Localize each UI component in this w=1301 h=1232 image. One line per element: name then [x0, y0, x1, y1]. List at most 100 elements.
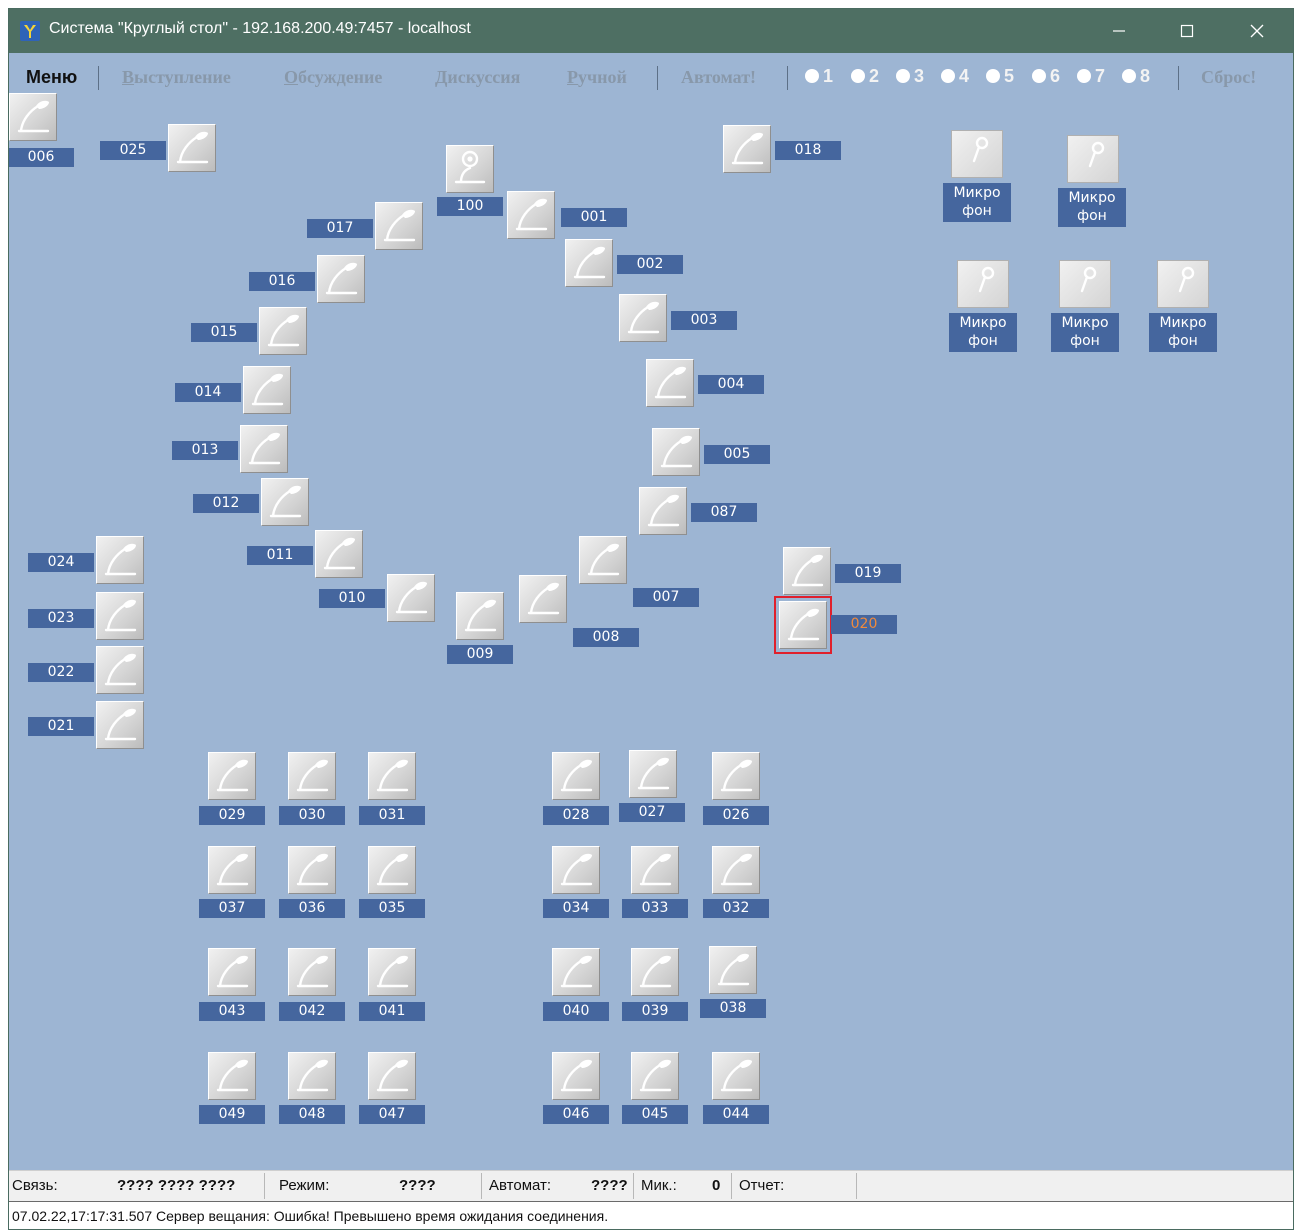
- seat-019-button[interactable]: [783, 547, 831, 595]
- seat-009-label: 009: [447, 645, 513, 664]
- seat-100-button[interactable]: [446, 145, 494, 193]
- seat-036-label: 036: [279, 899, 345, 918]
- preset-radio-3[interactable]: 3: [896, 66, 924, 86]
- seat-022-button[interactable]: [96, 646, 144, 694]
- seat-002-button[interactable]: [565, 239, 613, 287]
- seat-087-button[interactable]: [639, 487, 687, 535]
- seat-047-button[interactable]: [368, 1052, 416, 1100]
- seat-011-button[interactable]: [315, 530, 363, 578]
- seat-031-button[interactable]: [368, 752, 416, 800]
- preset-radio-5[interactable]: 5: [986, 66, 1014, 86]
- seat-015-button[interactable]: [259, 307, 307, 355]
- seat-036-button[interactable]: [288, 846, 336, 894]
- seat-018-button[interactable]: [723, 125, 771, 173]
- minimize-button[interactable]: [1089, 9, 1149, 53]
- reset-button[interactable]: Сброс!: [1201, 67, 1256, 88]
- seat-026-button[interactable]: [712, 752, 760, 800]
- menu-button[interactable]: Меню: [26, 67, 77, 88]
- seat-044-button[interactable]: [712, 1052, 760, 1100]
- seat-023-button[interactable]: [96, 592, 144, 640]
- seat-009-button[interactable]: [456, 592, 504, 640]
- seat-038-button[interactable]: [709, 946, 757, 994]
- auto-mode-button[interactable]: Автомат!: [681, 67, 756, 88]
- preset-radio-6[interactable]: 6: [1032, 66, 1060, 86]
- seat-024-button[interactable]: [96, 536, 144, 584]
- preset-radio-1[interactable]: 1: [805, 66, 833, 86]
- seat-037-label: 037: [199, 899, 265, 918]
- seat-037-button[interactable]: [208, 846, 256, 894]
- seat-005-button[interactable]: [652, 428, 700, 476]
- title-bar[interactable]: Система "Круглый стол" - 192.168.200.49:…: [9, 9, 1293, 53]
- seat-043-button[interactable]: [208, 948, 256, 996]
- seat-014-button[interactable]: [243, 366, 291, 414]
- seat-028-button[interactable]: [552, 752, 600, 800]
- seat-014-label: 014: [175, 383, 241, 402]
- seat-039-label: 039: [622, 1002, 688, 1021]
- seat-046-button[interactable]: [552, 1052, 600, 1100]
- speech-mode-button[interactable]: Выступление: [122, 67, 231, 88]
- seat-013-button[interactable]: [240, 425, 288, 473]
- seat-001-button[interactable]: [507, 191, 555, 239]
- seat-030-button[interactable]: [288, 752, 336, 800]
- close-button[interactable]: [1227, 9, 1287, 53]
- seat-010-button[interactable]: [387, 574, 435, 622]
- seat-027-button[interactable]: [629, 750, 677, 798]
- preset-radio-7[interactable]: 7: [1077, 66, 1105, 86]
- seat-021-label: 021: [28, 717, 94, 736]
- seat-040-button[interactable]: [552, 948, 600, 996]
- seat-048-label: 048: [279, 1105, 345, 1124]
- free-microphone-2-button[interactable]: [1067, 135, 1119, 183]
- main-window: Система "Круглый стол" - 192.168.200.49:…: [8, 8, 1294, 1230]
- seat-048-button[interactable]: [288, 1052, 336, 1100]
- seat-021-button[interactable]: [96, 701, 144, 749]
- seat-003-button[interactable]: [619, 294, 667, 342]
- seat-039-button[interactable]: [631, 948, 679, 996]
- free-microphone-3-button[interactable]: [957, 260, 1009, 308]
- seat-026-label: 026: [703, 806, 769, 825]
- seat-024-label: 024: [28, 553, 94, 572]
- seat-049-label: 049: [199, 1105, 265, 1124]
- seat-013-label: 013: [172, 441, 238, 460]
- seat-035-button[interactable]: [368, 846, 416, 894]
- seat-006-button[interactable]: [9, 93, 57, 141]
- mode-label: Режим:: [279, 1177, 330, 1194]
- manual-mode-button[interactable]: Ручной: [567, 67, 627, 88]
- seat-042-button[interactable]: [288, 948, 336, 996]
- seat-007-button[interactable]: [579, 536, 627, 584]
- free-microphone-4-button[interactable]: [1059, 260, 1111, 308]
- status-separator: [264, 1173, 265, 1199]
- debate-mode-button[interactable]: Дискуссия: [435, 67, 520, 88]
- seat-020-label: 020: [831, 615, 897, 634]
- preset-radio-4[interactable]: 4: [941, 66, 969, 86]
- seat-004-button[interactable]: [646, 359, 694, 407]
- auto-value: ????: [591, 1177, 628, 1194]
- microphone-icon: [952, 136, 1002, 181]
- seat-049-button[interactable]: [208, 1052, 256, 1100]
- seat-033-button[interactable]: [631, 846, 679, 894]
- link-value: ???? ???? ????: [117, 1177, 236, 1194]
- microphone-label-line: Микро: [1159, 315, 1207, 331]
- seat-034-button[interactable]: [552, 846, 600, 894]
- seat-008-button[interactable]: [519, 575, 567, 623]
- radio-dot-icon: [851, 69, 865, 83]
- free-microphone-4-label: Микро фон: [1051, 313, 1119, 352]
- preset-radio-8[interactable]: 8: [1122, 66, 1150, 86]
- microphone-label-line: Микро: [959, 315, 1007, 331]
- maximize-button[interactable]: [1157, 9, 1217, 53]
- preset-radio-2[interactable]: 2: [851, 66, 879, 86]
- seat-045-button[interactable]: [631, 1052, 679, 1100]
- free-microphone-5-button[interactable]: [1157, 260, 1209, 308]
- seat-016-button[interactable]: [317, 255, 365, 303]
- radio-dot-icon: [896, 69, 910, 83]
- free-microphone-1-label: Микро фон: [943, 183, 1011, 222]
- seat-032-button[interactable]: [712, 846, 760, 894]
- discussion-mode-button[interactable]: Обсуждение: [284, 67, 382, 88]
- seat-029-button[interactable]: [208, 752, 256, 800]
- seat-041-button[interactable]: [368, 948, 416, 996]
- seat-020-button[interactable]: [774, 596, 832, 654]
- minimize-icon: [1113, 30, 1125, 32]
- seat-017-button[interactable]: [375, 202, 423, 250]
- seat-025-button[interactable]: [168, 124, 216, 172]
- seat-012-button[interactable]: [261, 478, 309, 526]
- free-microphone-1-button[interactable]: [951, 130, 1003, 178]
